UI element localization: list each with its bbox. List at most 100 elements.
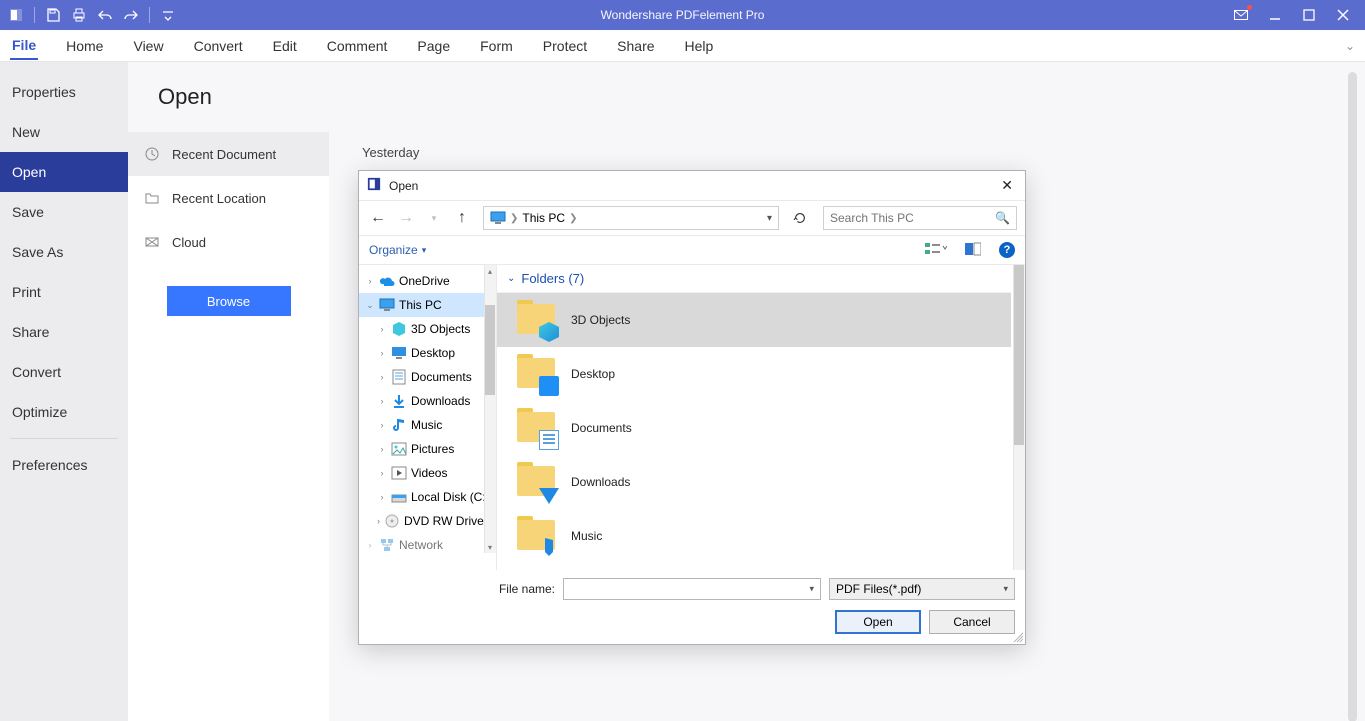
- path-root-icon[interactable]: [488, 211, 508, 225]
- cloud-icon: [144, 234, 160, 250]
- nav-back-icon[interactable]: ←: [367, 207, 389, 229]
- folder-item-3d-objects[interactable]: 3D Objects: [497, 293, 1011, 347]
- print-icon[interactable]: [71, 7, 87, 23]
- folders-section-header[interactable]: ⌄ Folders (7): [497, 265, 1011, 293]
- tree-expand-icon[interactable]: ›: [377, 444, 387, 454]
- redo-icon[interactable]: [123, 7, 139, 23]
- tree-expand-icon[interactable]: ⌄: [365, 300, 375, 311]
- ribbon-tab-view[interactable]: View: [131, 32, 165, 59]
- tree-expand-icon[interactable]: ›: [377, 324, 387, 334]
- file-menu-new[interactable]: New: [0, 112, 128, 152]
- view-options-icon[interactable]: [925, 242, 947, 259]
- dropdown-caret-icon[interactable]: ▾: [809, 584, 814, 595]
- folders-scrollbar[interactable]: [1013, 265, 1025, 570]
- path-separator-icon[interactable]: ❯: [567, 213, 579, 224]
- dropdown-caret-icon[interactable]: ▾: [1003, 584, 1008, 595]
- tree-item-documents[interactable]: ›Documents: [359, 365, 496, 389]
- organize-button[interactable]: Organize ▾: [369, 243, 426, 257]
- file-menu-share[interactable]: Share: [0, 312, 128, 352]
- save-icon[interactable]: [45, 7, 61, 23]
- path-segment[interactable]: This PC: [520, 211, 567, 225]
- file-menu-save[interactable]: Save: [0, 192, 128, 232]
- video-icon: [391, 465, 407, 481]
- file-menu-print[interactable]: Print: [0, 272, 128, 312]
- filetype-select[interactable]: PDF Files(*.pdf) ▾: [829, 578, 1015, 600]
- open-button[interactable]: Open: [835, 610, 921, 634]
- address-bar[interactable]: ❯ This PC ❯ ▾: [483, 206, 779, 230]
- refresh-icon[interactable]: [789, 207, 811, 229]
- dialog-close-icon[interactable]: ✕: [997, 177, 1017, 194]
- organize-label: Organize: [369, 243, 418, 257]
- tree-expand-icon[interactable]: ›: [377, 516, 380, 526]
- nav-recent-dropdown-icon[interactable]: ▾: [423, 207, 445, 229]
- nav-tree: ›OneDrive⌄This PC›3D Objects›Desktop›Doc…: [359, 265, 497, 570]
- open-source-cloud[interactable]: Cloud: [128, 220, 329, 264]
- tree-item-this-pc[interactable]: ⌄This PC: [359, 293, 496, 317]
- file-menu-preferences[interactable]: Preferences: [0, 445, 128, 485]
- ribbon-tab-convert[interactable]: Convert: [192, 32, 245, 59]
- folder-item-desktop[interactable]: Desktop: [497, 347, 1011, 401]
- tree-expand-icon[interactable]: ›: [377, 420, 387, 430]
- search-input[interactable]: [830, 211, 995, 225]
- help-icon[interactable]: ?: [999, 242, 1015, 258]
- filename-input[interactable]: ▾: [563, 578, 821, 600]
- minimize-icon[interactable]: [1267, 7, 1283, 23]
- nav-forward-icon[interactable]: →: [395, 207, 417, 229]
- open-source-recent-location[interactable]: Recent Location: [128, 176, 329, 220]
- tree-expand-icon[interactable]: ›: [377, 372, 387, 382]
- tree-item-desktop[interactable]: ›Desktop: [359, 341, 496, 365]
- resize-grip-icon[interactable]: [1011, 630, 1023, 642]
- tree-item-onedrive[interactable]: ›OneDrive: [359, 269, 496, 293]
- tree-scrollbar[interactable]: ▴ ▾: [484, 265, 496, 553]
- ribbon-tab-home[interactable]: Home: [64, 32, 105, 59]
- ribbon-tab-edit[interactable]: Edit: [271, 32, 299, 59]
- tree-item-dvd-rw-drive-d-[interactable]: ›DVD RW Drive (D:): [359, 509, 496, 533]
- tree-item-music[interactable]: ›Music: [359, 413, 496, 437]
- tree-item-network[interactable]: ›Network: [359, 533, 496, 557]
- nav-up-icon[interactable]: ↑: [451, 207, 473, 229]
- tree-item-videos[interactable]: ›Videos: [359, 461, 496, 485]
- search-icon[interactable]: 🔍: [995, 211, 1010, 225]
- main-scrollbar[interactable]: [1348, 72, 1357, 721]
- file-menu-save-as[interactable]: Save As: [0, 232, 128, 272]
- tree-expand-icon[interactable]: ›: [377, 468, 387, 478]
- ribbon-tab-file[interactable]: File: [10, 31, 38, 60]
- tree-item-downloads[interactable]: ›Downloads: [359, 389, 496, 413]
- cancel-button[interactable]: Cancel: [929, 610, 1015, 634]
- path-separator-icon[interactable]: ❯: [508, 213, 520, 224]
- ribbon-tab-page[interactable]: Page: [415, 32, 452, 59]
- browse-button[interactable]: Browse: [167, 286, 291, 316]
- maximize-icon[interactable]: [1301, 7, 1317, 23]
- tree-expand-icon[interactable]: ›: [377, 492, 387, 502]
- ribbon-tab-help[interactable]: Help: [683, 32, 716, 59]
- tree-expand-icon[interactable]: ›: [377, 348, 387, 358]
- file-menu-convert[interactable]: Convert: [0, 352, 128, 392]
- folder-item-downloads[interactable]: Downloads: [497, 455, 1011, 509]
- tree-expand-icon[interactable]: ›: [365, 276, 375, 286]
- file-menu-properties[interactable]: Properties: [0, 72, 128, 112]
- ribbon-tab-protect[interactable]: Protect: [541, 32, 589, 59]
- tree-item-label: Pictures: [411, 442, 454, 456]
- ribbon-collapse-icon[interactable]: ⌄: [1345, 39, 1355, 53]
- file-menu-open[interactable]: Open: [0, 152, 128, 192]
- open-source-recent-document[interactable]: Recent Document: [128, 132, 329, 176]
- preview-pane-icon[interactable]: [965, 242, 981, 259]
- ribbon-tab-form[interactable]: Form: [478, 32, 515, 59]
- search-box[interactable]: 🔍: [823, 206, 1017, 230]
- tree-expand-icon[interactable]: ›: [365, 540, 375, 550]
- close-icon[interactable]: [1335, 7, 1351, 23]
- tree-item-3d-objects[interactable]: ›3D Objects: [359, 317, 496, 341]
- path-dropdown-icon[interactable]: ▾: [767, 213, 774, 224]
- folder-item-music[interactable]: Music: [497, 509, 1011, 563]
- undo-icon[interactable]: [97, 7, 113, 23]
- mail-icon[interactable]: [1233, 7, 1249, 23]
- tree-item-local-disk-c-[interactable]: ›Local Disk (C:): [359, 485, 496, 509]
- qat-dropdown-icon[interactable]: [160, 7, 176, 23]
- tree-item-pictures[interactable]: › Pictures: [359, 437, 496, 461]
- file-menu-optimize[interactable]: Optimize: [0, 392, 128, 432]
- folder-item-documents[interactable]: Documents: [497, 401, 1011, 455]
- ribbon-tab-share[interactable]: Share: [615, 32, 656, 59]
- tree-expand-icon[interactable]: ›: [377, 396, 387, 406]
- folder-label: Music: [571, 529, 602, 543]
- ribbon-tab-comment[interactable]: Comment: [325, 32, 390, 59]
